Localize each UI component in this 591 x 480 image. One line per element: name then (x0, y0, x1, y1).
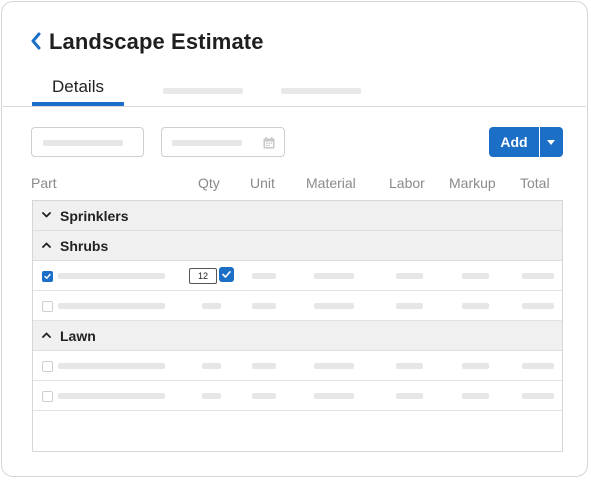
group-lawn[interactable]: Lawn (33, 321, 562, 351)
total-placeholder (522, 303, 554, 309)
part-name-placeholder (58, 303, 165, 309)
row-checkbox[interactable] (42, 361, 53, 372)
parts-table: Sprinklers Shrubs 12 Lawn (32, 200, 563, 452)
markup-placeholder (462, 303, 489, 309)
column-header-unit: Unit (250, 175, 275, 191)
group-label: Lawn (60, 328, 96, 344)
material-placeholder (314, 363, 354, 369)
labor-placeholder (396, 363, 423, 369)
input-placeholder (43, 140, 123, 146)
row-checkbox[interactable] (42, 301, 53, 312)
group-label: Shrubs (60, 238, 109, 254)
group-sprinklers[interactable]: Sprinklers (33, 201, 562, 231)
markup-placeholder (462, 393, 489, 399)
chevron-down-icon[interactable] (42, 212, 51, 218)
table-row[interactable] (33, 381, 562, 411)
add-menu-button[interactable] (540, 127, 563, 157)
column-header-qty: Qty (198, 175, 220, 191)
chevron-up-icon[interactable] (42, 332, 51, 338)
material-placeholder (314, 273, 354, 279)
tabs-divider (3, 106, 586, 107)
markup-placeholder (462, 363, 489, 369)
unit-placeholder (252, 273, 276, 279)
group-label: Sprinklers (60, 208, 129, 224)
part-name-placeholder (58, 273, 165, 279)
chevron-left-icon[interactable] (30, 32, 42, 50)
qty-placeholder (202, 303, 221, 309)
total-placeholder (522, 363, 554, 369)
chevron-up-icon[interactable] (42, 242, 51, 248)
qty-placeholder (202, 393, 221, 399)
table-row[interactable] (33, 291, 562, 321)
calendar-icon[interactable] (263, 137, 275, 149)
markup-placeholder (462, 273, 489, 279)
column-header-markup: Markup (449, 175, 496, 191)
column-header-labor: Labor (389, 175, 425, 191)
checkmark-icon (44, 273, 51, 279)
unit-placeholder (252, 393, 276, 399)
material-placeholder (314, 303, 354, 309)
labor-placeholder (396, 273, 423, 279)
column-header-material: Material (306, 175, 356, 191)
material-placeholder (314, 393, 354, 399)
unit-placeholder (252, 363, 276, 369)
column-header-part: Part (31, 175, 57, 191)
row-checkbox[interactable] (42, 271, 53, 282)
column-header-total: Total (520, 175, 550, 191)
row-checkbox[interactable] (42, 391, 53, 402)
tab-placeholder[interactable] (281, 88, 361, 94)
filter-input[interactable] (31, 127, 144, 157)
total-placeholder (522, 393, 554, 399)
caret-down-icon (547, 140, 555, 145)
qty-input[interactable]: 12 (189, 268, 217, 284)
labor-placeholder (396, 303, 423, 309)
estimate-card: Landscape Estimate Details Add Part Qty … (1, 1, 588, 477)
input-placeholder (172, 140, 242, 146)
part-name-placeholder (58, 363, 165, 369)
group-shrubs[interactable]: Shrubs (33, 231, 562, 261)
unit-placeholder (252, 303, 276, 309)
checkmark-icon (222, 271, 231, 278)
confirm-qty-button[interactable] (219, 267, 234, 282)
qty-placeholder (202, 363, 221, 369)
table-row[interactable] (33, 351, 562, 381)
date-input[interactable] (161, 127, 285, 157)
table-row[interactable]: 12 (33, 261, 562, 291)
page-title: Landscape Estimate (49, 29, 264, 54)
part-name-placeholder (58, 393, 165, 399)
tab-placeholder[interactable] (163, 88, 243, 94)
add-button[interactable]: Add (489, 127, 539, 157)
total-placeholder (522, 273, 554, 279)
labor-placeholder (396, 393, 423, 399)
